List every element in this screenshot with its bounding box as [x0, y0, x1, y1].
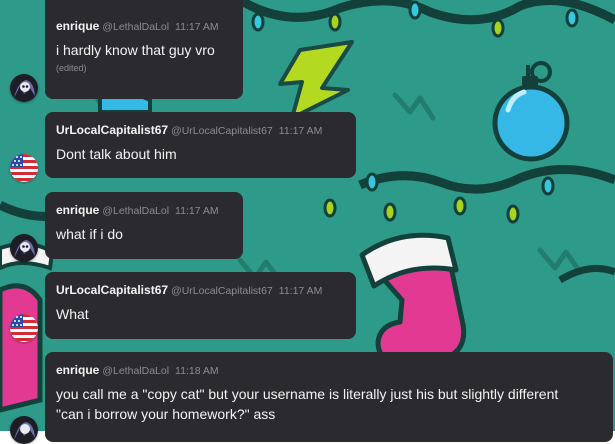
author-handle: @LethalDaLol — [102, 21, 170, 33]
enrique-avatar[interactable] — [10, 416, 38, 444]
dark-character-avatar-icon — [10, 74, 38, 102]
message-header: enrique @LethalDaLol 11:17 AM — [56, 19, 231, 34]
author-handle: @UrLocalCapitalist67 — [171, 125, 273, 137]
capitalist-avatar[interactable] — [10, 314, 38, 342]
author-name[interactable]: enrique — [56, 19, 99, 33]
message-text: you call me a "copy cat" but your userna… — [56, 386, 559, 422]
ornament-shape — [492, 84, 570, 162]
message-header: UrLocalCapitalist67 @UrLocalCapitalist67 1… — [56, 283, 344, 298]
timestamp: 11:18 AM — [175, 365, 219, 377]
author-name[interactable]: UrLocalCapitalist67 — [56, 123, 168, 137]
message-header: enrique @LethalDaLol 11:17 AM — [56, 203, 231, 218]
author-handle: @LethalDaLol — [102, 365, 170, 377]
capitalist-avatar[interactable] — [10, 154, 38, 182]
message-header: enrique @LethalDaLol 11:18 AM — [56, 363, 583, 378]
author-name[interactable]: UrLocalCapitalist67 — [56, 283, 168, 297]
timestamp: 11:17 AM — [175, 205, 219, 217]
author-handle: @LethalDaLol — [102, 205, 170, 217]
edited-label: (edited) — [56, 63, 87, 73]
dark-character-avatar-icon — [10, 234, 38, 262]
message-bubble[interactable]: UrLocalCapitalist67 @UrLocalCapitalist67 1… — [45, 272, 356, 339]
message-bubble[interactable]: enrique @LethalDaLol 11:17 AM what if i do — [45, 192, 243, 259]
us-flag-avatar-icon — [10, 314, 38, 342]
timestamp: 11:17 AM — [175, 21, 219, 33]
message-text: Dont talk about him — [56, 146, 177, 162]
enrique-avatar[interactable] — [10, 234, 38, 262]
author-name[interactable]: enrique — [56, 363, 99, 377]
timestamp: 11:17 AM — [278, 125, 323, 137]
dark-character-avatar-icon — [10, 416, 38, 444]
message-text: what if i do — [56, 226, 123, 242]
author-name[interactable]: enrique — [56, 203, 99, 217]
message-header: UrLocalCapitalist67 @UrLocalCapitalist67 1… — [56, 123, 344, 138]
us-flag-avatar-icon — [10, 154, 38, 182]
message-bubble[interactable]: enrique @LethalDaLol 11:17 AM i hardly kno… — [45, 0, 243, 99]
message-text: i hardly know that guy vro — [56, 42, 215, 58]
timestamp: 11:17 AM — [278, 285, 323, 297]
author-handle: @UrLocalCapitalist67 — [171, 285, 273, 297]
message-text: What — [56, 306, 89, 322]
message-bubble[interactable]: enrique @LethalDaLol 11:18 AM you call me … — [45, 352, 613, 442]
message-bubble[interactable]: UrLocalCapitalist67 @UrLocalCapitalist67 1… — [45, 112, 356, 178]
enrique-avatar[interactable] — [10, 74, 38, 102]
